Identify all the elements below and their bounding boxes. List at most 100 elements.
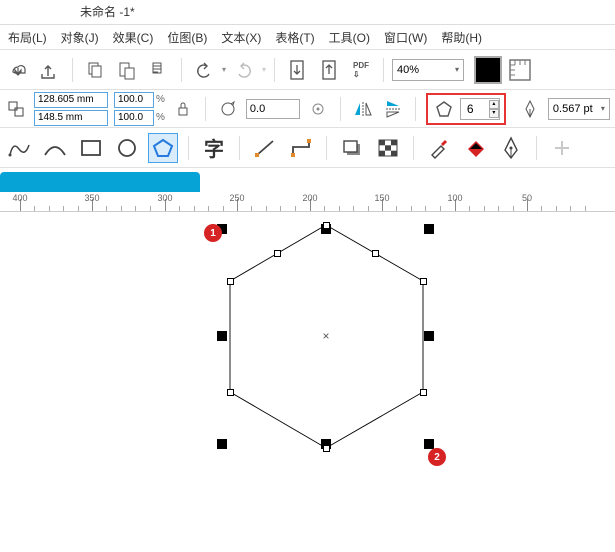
chevron-down-icon: ▾ — [455, 65, 459, 74]
title-bar: 未命名 -1* — [0, 0, 615, 25]
mirror-horizontal-icon[interactable] — [351, 97, 375, 121]
import-icon[interactable] — [283, 56, 311, 84]
cut-icon[interactable] — [145, 56, 173, 84]
annotation-badge-1: 1 — [204, 224, 222, 242]
rotation-input[interactable]: 0.0 — [246, 99, 300, 119]
node-handle[interactable] — [323, 445, 330, 452]
rotation-icon — [216, 97, 240, 121]
redo-dropdown-icon[interactable]: ▾ — [262, 65, 266, 74]
lock-aspect-icon[interactable] — [171, 97, 195, 121]
separator — [181, 58, 182, 82]
freehand-tool-icon[interactable] — [4, 133, 34, 163]
node-handle[interactable] — [323, 222, 330, 229]
redo-icon[interactable] — [230, 56, 258, 84]
separator — [239, 136, 240, 160]
pdf-export-icon[interactable]: PDF⇩ — [347, 56, 375, 84]
stroke-width-input[interactable]: 0.567 pt ▾ — [548, 98, 610, 120]
curve-tool-icon[interactable] — [40, 133, 70, 163]
separator — [415, 97, 416, 121]
node-handle[interactable] — [420, 389, 427, 396]
percent-label: % — [154, 112, 165, 123]
drop-shadow-icon[interactable] — [337, 133, 367, 163]
document-title: 未命名 -1* — [80, 5, 135, 19]
menu-help[interactable]: 帮助(H) — [441, 29, 482, 46]
scale-y-input[interactable]: 100.0 — [114, 110, 154, 126]
hexagon-shape[interactable] — [0, 212, 615, 552]
menu-object[interactable]: 对象(J) — [61, 29, 99, 46]
object-position-icon — [4, 97, 28, 121]
drawing-canvas[interactable]: × 1 2 — [0, 212, 615, 550]
x-coordinate-input[interactable]: 128.605 mm — [34, 92, 108, 108]
pen-tool-icon[interactable] — [496, 133, 526, 163]
polygon-tool-icon[interactable] — [148, 133, 178, 163]
add-tool-icon[interactable] — [547, 133, 577, 163]
separator — [188, 136, 189, 160]
separator — [340, 97, 341, 121]
selection-handle-ne[interactable] — [424, 224, 434, 234]
export-icon[interactable] — [315, 56, 343, 84]
scale-x-input[interactable]: 100.0 — [114, 92, 154, 108]
line-tool-icon[interactable] — [250, 133, 280, 163]
stroke-value: 0.567 pt — [553, 103, 593, 115]
standard-toolbar: ▾ ▾ PDF⇩ 40% ▾ — [0, 50, 615, 90]
copy-icon[interactable] — [81, 56, 109, 84]
zoom-input[interactable]: 40% ▾ — [392, 59, 464, 81]
property-bar: 128.605 mm 148.5 mm 100.0% 100.0% 0.0 6 … — [0, 90, 615, 128]
menu-text[interactable]: 文本(X) — [221, 29, 261, 46]
undo-dropdown-icon[interactable]: ▾ — [222, 65, 226, 74]
menu-effects[interactable]: 效果(C) — [113, 29, 154, 46]
selection-handle-se[interactable] — [424, 439, 434, 449]
percent-label: % — [154, 94, 165, 105]
menu-window[interactable]: 窗口(W) — [384, 29, 427, 46]
separator — [413, 136, 414, 160]
menu-bar: 布局(L) 对象(J) 效果(C) 位图(B) 文本(X) 表格(T) 工具(O… — [0, 25, 615, 50]
annotation-badge-2: 2 — [428, 448, 446, 466]
menu-layout[interactable]: 布局(L) — [8, 29, 47, 46]
fill-color-swatch[interactable] — [474, 56, 502, 84]
transparency-tool-icon[interactable] — [373, 133, 403, 163]
connector-tool-icon[interactable] — [286, 133, 316, 163]
edge-handle[interactable] — [372, 250, 379, 257]
zoom-value: 40% — [397, 64, 419, 76]
polygon-sides-input[interactable]: 6 ▴▾ — [460, 98, 500, 120]
node-handle[interactable] — [227, 278, 234, 285]
sides-spinner[interactable]: ▴▾ — [489, 100, 499, 118]
edge-handle[interactable] — [274, 250, 281, 257]
shapes-toolbar: 字 — [0, 128, 615, 168]
menu-table[interactable]: 表格(T) — [275, 29, 314, 46]
ruler-settings-icon[interactable] — [506, 56, 534, 84]
rectangle-tool-icon[interactable] — [76, 133, 106, 163]
eyedropper-tool-icon[interactable] — [424, 133, 454, 163]
center-marker: × — [322, 329, 329, 343]
separator — [326, 136, 327, 160]
y-coordinate-input[interactable]: 148.5 mm — [34, 110, 108, 126]
horizontal-ruler: 40035030025020015010050 — [0, 192, 615, 212]
document-tabs — [0, 168, 615, 192]
separator — [205, 97, 206, 121]
sides-value: 6 — [467, 102, 474, 116]
menu-tools[interactable]: 工具(O) — [329, 29, 370, 46]
ellipse-tool-icon[interactable] — [112, 133, 142, 163]
chevron-down-icon: ▾ — [601, 104, 605, 113]
rotation-center-icon[interactable] — [306, 97, 330, 121]
cloud-download-icon[interactable] — [4, 56, 32, 84]
separator — [536, 136, 537, 160]
outline-pen-icon[interactable] — [518, 97, 542, 121]
text-tool-icon[interactable]: 字 — [199, 133, 229, 163]
separator — [72, 58, 73, 82]
document-tab[interactable] — [0, 172, 200, 192]
fill-tool-icon[interactable] — [460, 133, 490, 163]
node-handle[interactable] — [420, 278, 427, 285]
selection-handle-sw[interactable] — [217, 439, 227, 449]
separator — [383, 58, 384, 82]
selection-handle-w[interactable] — [217, 331, 227, 341]
polygon-sides-group: 6 ▴▾ — [426, 93, 506, 125]
cloud-upload-icon[interactable] — [36, 56, 64, 84]
selection-handle-e[interactable] — [424, 331, 434, 341]
paste-icon[interactable] — [113, 56, 141, 84]
node-handle[interactable] — [227, 389, 234, 396]
menu-bitmap[interactable]: 位图(B) — [167, 29, 207, 46]
undo-icon[interactable] — [190, 56, 218, 84]
polygon-icon — [432, 97, 456, 121]
mirror-vertical-icon[interactable] — [381, 97, 405, 121]
